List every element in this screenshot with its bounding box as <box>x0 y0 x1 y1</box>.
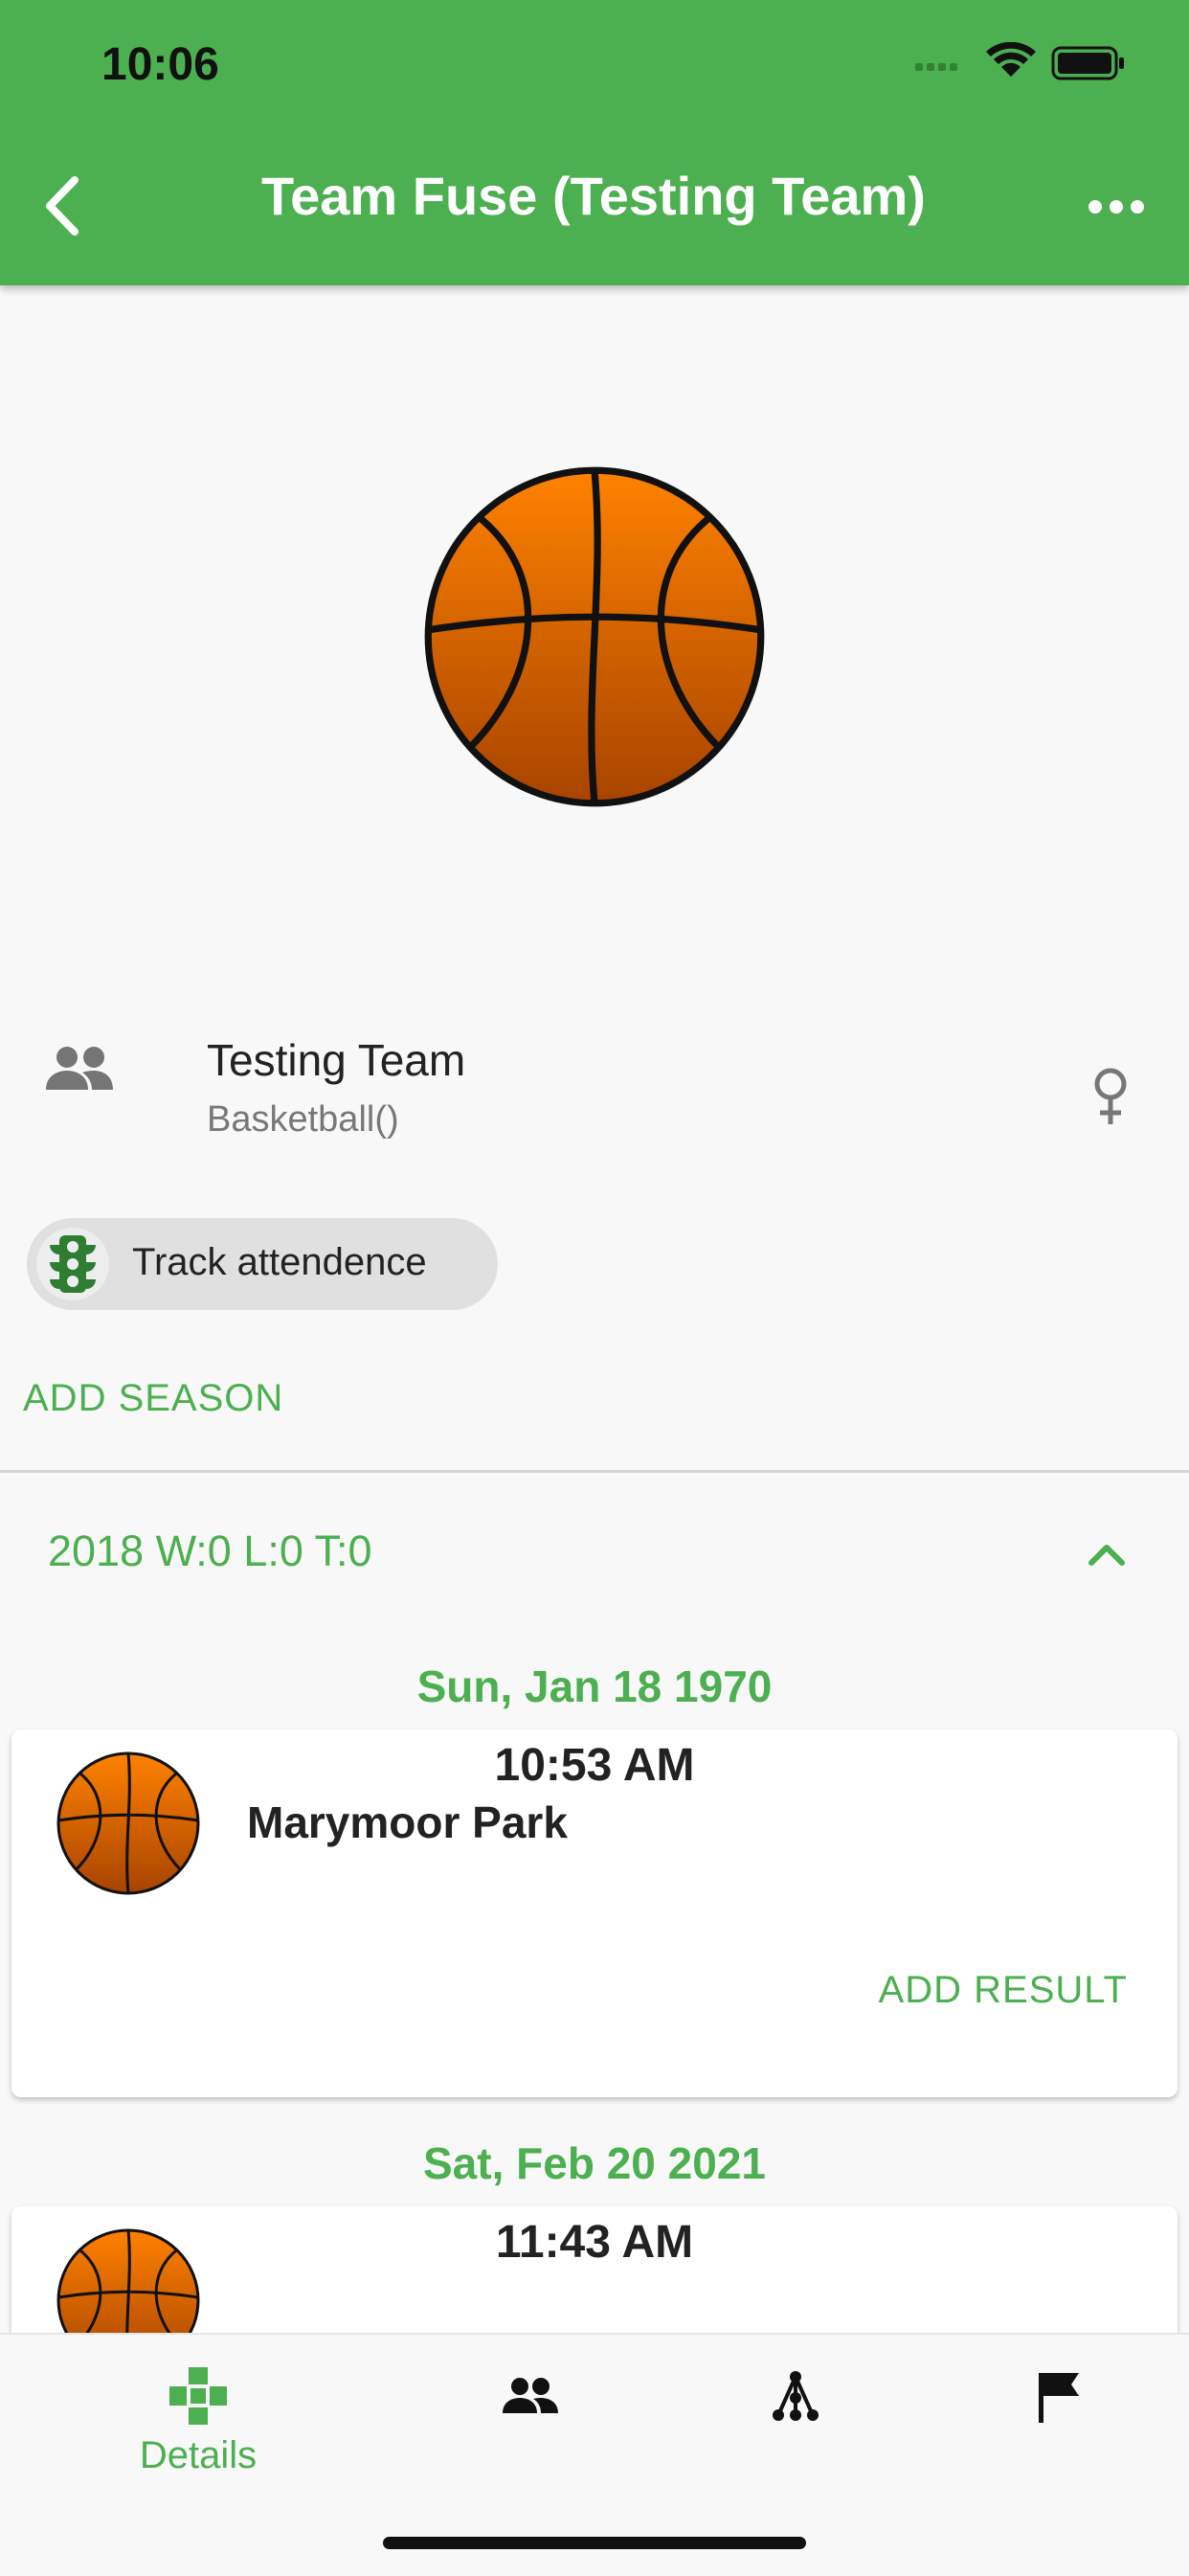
game-time: 11:43 AM <box>495 2217 694 2268</box>
home-indicator[interactable] <box>383 2537 806 2549</box>
nav-item-players[interactable] <box>381 2335 678 2526</box>
female-icon <box>1088 1065 1133 1126</box>
cellular-signal-icon <box>915 63 957 71</box>
team-sport: Basketball() <box>207 1099 399 1140</box>
game-location: Marymoor Park <box>247 1797 568 1847</box>
track-attendance-chip[interactable]: Track attendence <box>27 1218 498 1310</box>
team-logo <box>421 463 768 810</box>
game-date: Sat, Feb 20 2021 <box>423 2138 766 2188</box>
back-button[interactable] <box>33 170 94 241</box>
nav-item-hierarchy[interactable] <box>647 2335 944 2526</box>
divider <box>0 1470 1189 1473</box>
details-icon <box>169 2367 227 2425</box>
nav-item-details[interactable]: Details <box>50 2335 347 2526</box>
battery-icon <box>1051 46 1124 80</box>
status-time: 10:06 <box>101 39 219 90</box>
nav-label-details: Details <box>139 2434 258 2476</box>
tree-icon <box>773 2371 819 2421</box>
app-bar: 10:06 Team Fuse (Testing Team) <box>0 0 1189 285</box>
people-icon <box>503 2378 558 2413</box>
people-icon <box>44 1044 115 1092</box>
chevron-left-icon <box>46 176 79 236</box>
more-button[interactable] <box>1078 188 1155 226</box>
chip-label: Track attendence <box>132 1241 427 1283</box>
page-title: Team Fuse (Testing Team) <box>261 166 926 226</box>
chevron-up-icon[interactable] <box>1084 1540 1130 1569</box>
more-horizontal-icon <box>1088 200 1144 214</box>
game-date: Sun, Jan 18 1970 <box>416 1661 773 1711</box>
traffic-light-icon <box>50 1235 96 1293</box>
chip-avatar <box>36 1228 109 1300</box>
team-name: Testing Team <box>207 1035 466 1085</box>
season-header[interactable]: 2018 W:0 L:0 T:0 <box>48 1526 372 1576</box>
status-indicators <box>909 41 1130 84</box>
nav-item-flag[interactable] <box>909 2335 1189 2526</box>
game-card[interactable]: 10:53 AM Marymoor Park ADD RESULT <box>11 1729 1178 2097</box>
add-result-button[interactable]: ADD RESULT <box>879 1969 1128 2012</box>
flag-icon <box>1039 2373 1079 2423</box>
add-season-button[interactable]: ADD SEASON <box>23 1377 283 1420</box>
game-time: 10:53 AM <box>494 1740 695 1791</box>
basketball-icon <box>421 463 768 810</box>
wifi-icon <box>986 41 1036 77</box>
